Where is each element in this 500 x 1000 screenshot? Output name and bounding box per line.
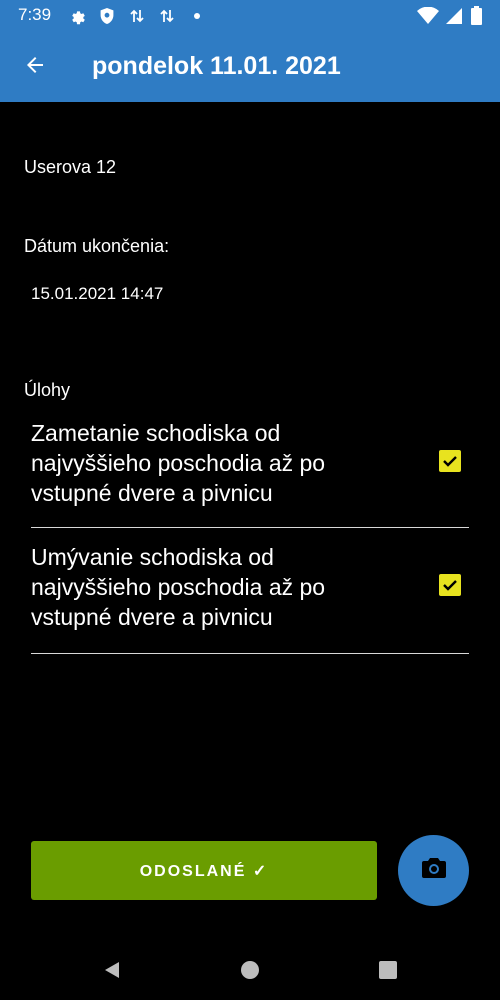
data-sync-icon bbox=[126, 6, 148, 26]
app-bar: pondelok 11.01. 2021 bbox=[0, 32, 500, 102]
dot-icon bbox=[186, 6, 208, 26]
wifi-icon bbox=[417, 6, 439, 30]
arrow-left-icon bbox=[23, 53, 47, 82]
camera-button[interactable] bbox=[398, 835, 469, 906]
gear-icon bbox=[66, 6, 88, 26]
camera-icon bbox=[421, 856, 447, 885]
task-checkbox[interactable] bbox=[439, 574, 461, 596]
data-sync-icon bbox=[156, 6, 178, 26]
triangle-back-icon bbox=[105, 962, 119, 978]
task-text: Umývanie schodiska od najvyššieho poscho… bbox=[31, 544, 326, 630]
signal-icon bbox=[445, 7, 463, 30]
task-checkbox[interactable] bbox=[439, 450, 461, 472]
status-time: 7:39 bbox=[18, 5, 52, 24]
nav-home-button[interactable] bbox=[238, 958, 262, 982]
status-bar: 7:39 bbox=[0, 0, 500, 32]
nav-recents-button[interactable] bbox=[376, 958, 400, 982]
check-icon bbox=[443, 580, 457, 591]
task-text: Zametanie schodiska od najvyššieho posch… bbox=[31, 420, 326, 506]
circle-home-icon bbox=[241, 961, 259, 979]
list-item: Zametanie schodiska od najvyššieho posch… bbox=[31, 418, 469, 528]
shield-icon bbox=[96, 6, 118, 26]
check-icon bbox=[443, 456, 457, 467]
end-date-label: Dátum ukončenia: bbox=[24, 236, 170, 256]
send-button[interactable]: ODOSLANÉ ✓ bbox=[31, 841, 377, 900]
back-button[interactable] bbox=[20, 52, 50, 82]
nav-back-button[interactable] bbox=[100, 958, 124, 982]
page-title: pondelok 11.01. 2021 bbox=[92, 52, 341, 80]
user-name: Userova 12 bbox=[24, 157, 117, 177]
battery-icon bbox=[471, 6, 482, 30]
tasks-label: Úlohy bbox=[24, 380, 71, 400]
status-right-icons bbox=[417, 6, 482, 30]
square-recents-icon bbox=[379, 961, 397, 979]
list-item: Umývanie schodiska od najvyššieho poscho… bbox=[31, 542, 469, 654]
screen: 7:39 pondelok 11.01. 2021 Userova 12 Dát… bbox=[0, 0, 500, 1000]
nav-bar bbox=[0, 940, 500, 1000]
status-icons bbox=[66, 6, 216, 26]
end-date-value: 15.01.2021 14:47 bbox=[31, 284, 164, 303]
